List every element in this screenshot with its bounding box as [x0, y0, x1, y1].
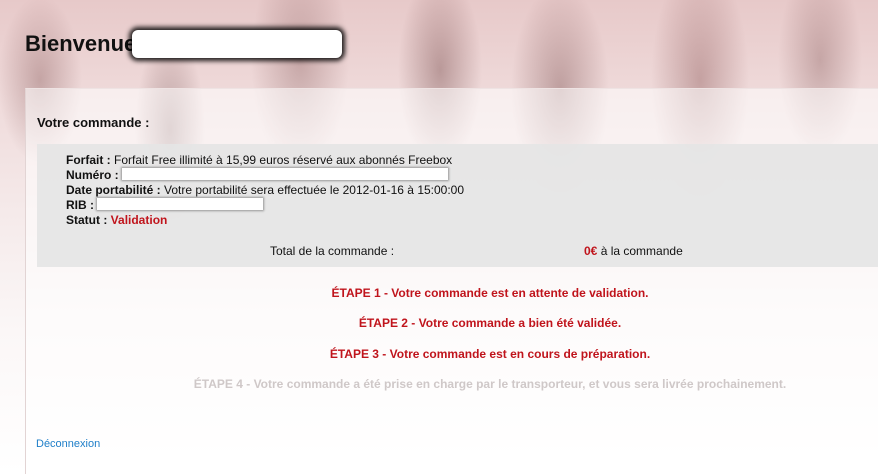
- total-value: 0€ à la commande: [584, 244, 683, 258]
- statut-label: Statut :: [66, 213, 108, 227]
- redacted-numero: [122, 168, 449, 180]
- order-summary-box: Forfait : Forfait Free illimité à 15,99 …: [37, 144, 878, 267]
- redacted-username: [132, 30, 343, 58]
- welcome-text: Bienvenue: [25, 31, 137, 56]
- step-1: ÉTAPE 1 - Votre commande est en attente …: [331, 286, 649, 300]
- total-suffix: à la commande: [600, 244, 683, 258]
- step-4: ÉTAPE 4 - Votre commande a été prise en …: [193, 377, 787, 391]
- logout-link[interactable]: Déconnexion: [36, 438, 100, 450]
- forfait-value: Forfait Free illimité à 15,99 euros rése…: [114, 153, 453, 167]
- numero-row: Numéro :: [66, 168, 449, 183]
- redacted-rib: [97, 198, 264, 210]
- rib-row: RIB :: [66, 198, 264, 213]
- order-panel: Votre commande : Forfait : Forfait Free …: [25, 88, 878, 474]
- forfait-row: Forfait : Forfait Free illimité à 15,99 …: [66, 153, 452, 168]
- total-label: Total de la commande :: [270, 244, 395, 258]
- rib-label: RIB :: [66, 198, 94, 212]
- welcome-heading: Bienvenue: [25, 30, 343, 58]
- order-section-title: Votre commande :: [37, 115, 150, 130]
- status-badge: Validation: [110, 213, 168, 227]
- date-row: Date portabilité : Votre portabilité ser…: [66, 183, 464, 198]
- date-value: Votre portabilité sera effectuée le 2012…: [164, 183, 465, 197]
- step-3: ÉTAPE 3 - Votre commande est en cours de…: [329, 347, 651, 361]
- step-2: ÉTAPE 2 - Votre commande a bien été vali…: [358, 316, 622, 330]
- forfait-label: Forfait :: [66, 153, 111, 167]
- date-label: Date portabilité :: [66, 183, 161, 197]
- numero-label: Numéro :: [66, 168, 119, 182]
- total-amount: 0€: [584, 244, 598, 258]
- statut-row: Statut : Validation: [66, 213, 167, 228]
